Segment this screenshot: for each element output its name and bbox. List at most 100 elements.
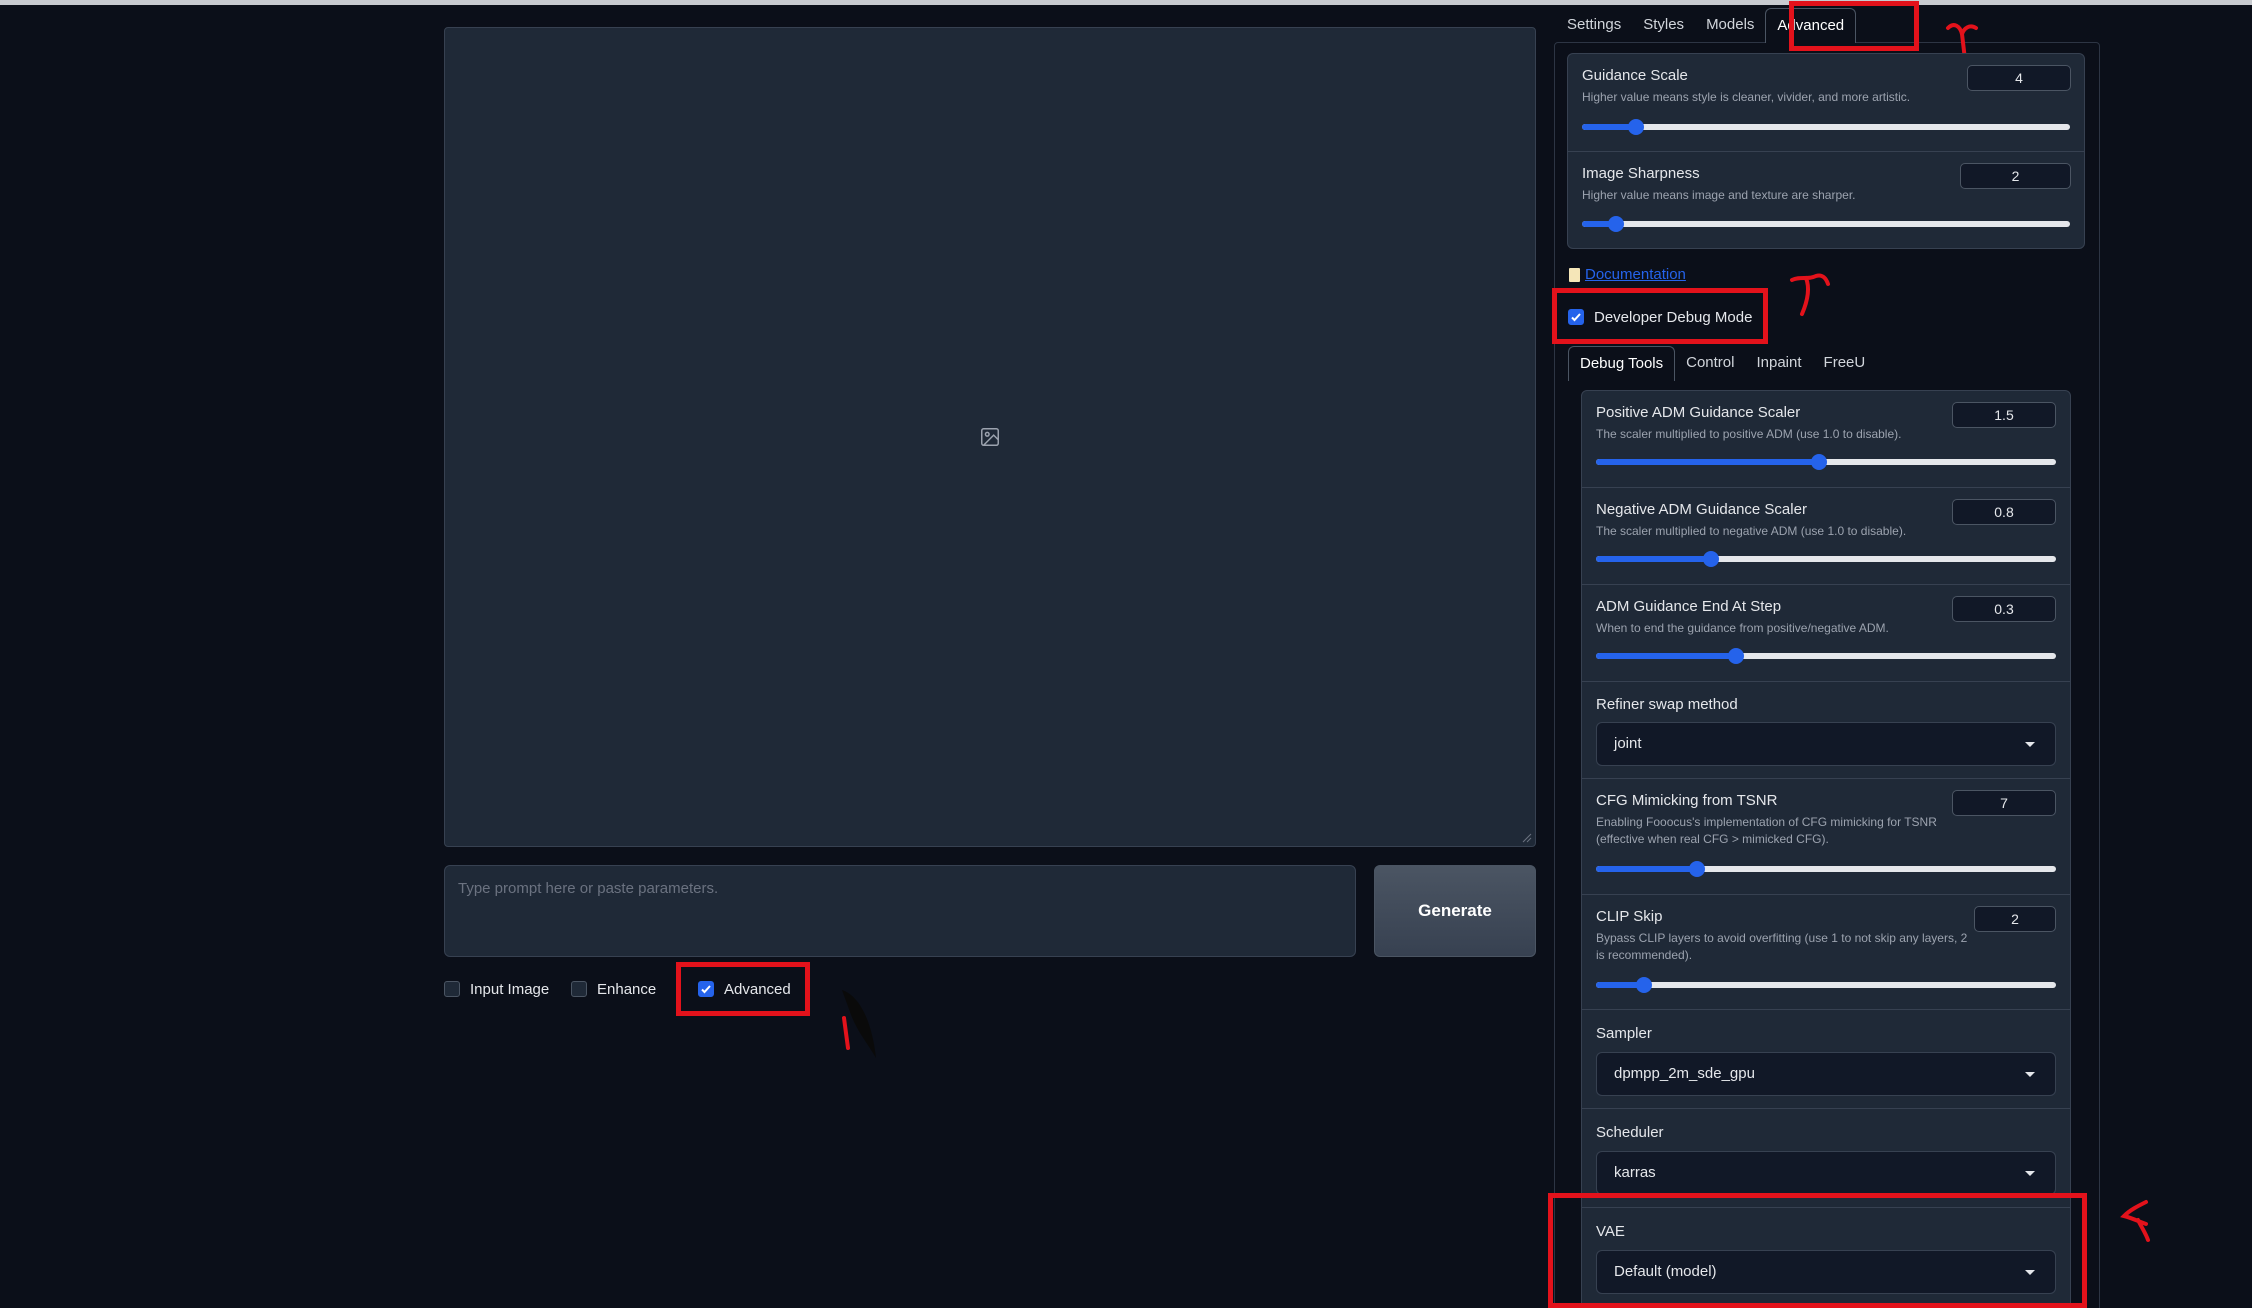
adm-end-input[interactable]: 0.3	[1952, 596, 2056, 622]
scheduler-label: Scheduler	[1596, 1124, 1664, 1141]
refiner-swap-row: Refiner swap method joint	[1582, 682, 2070, 779]
guidance-scale-label: Guidance Scale	[1582, 67, 1688, 84]
clip-skip-desc-2: is recommended).	[1596, 948, 1693, 962]
advanced-checkbox[interactable]: Advanced	[698, 977, 791, 1001]
guidance-card: Guidance Scale Higher value means style …	[1567, 53, 2085, 249]
debug-tools-card: Positive ADM Guidance Scaler The scaler …	[1581, 390, 2071, 1308]
book-icon	[1569, 267, 1580, 282]
window-top-border	[0, 0, 2252, 5]
slider-fill	[1596, 866, 1698, 872]
slider-thumb[interactable]	[1627, 119, 1644, 135]
vae-label: VAE	[1596, 1223, 1625, 1240]
clip-skip-slider[interactable]	[1596, 977, 2056, 993]
tab-styles[interactable]: Styles	[1632, 8, 1695, 42]
adm-end-label: ADM Guidance End At Step	[1596, 598, 1782, 615]
slider-thumb[interactable]	[1636, 977, 1653, 993]
slider-thumb[interactable]	[1608, 216, 1625, 232]
chevron-down-icon	[2025, 742, 2035, 747]
dropdown-value: joint	[1614, 735, 1642, 752]
image-sharpness-label: Image Sharpness	[1582, 165, 1700, 182]
documentation-label[interactable]: Documentation	[1585, 266, 1686, 283]
vae-dropdown[interactable]: Default (model)	[1596, 1250, 2056, 1294]
image-sharpness-input[interactable]: 2	[1960, 163, 2071, 189]
slider-thumb[interactable]	[1728, 648, 1745, 664]
sampler-dropdown[interactable]: dpmpp_2m_sde_gpu	[1596, 1052, 2056, 1096]
cfg-mimicking-label: CFG Mimicking from TSNR	[1596, 792, 1778, 809]
sampler-label: Sampler	[1596, 1025, 1652, 1042]
checkbox-label: Advanced	[724, 980, 791, 998]
refiner-swap-label: Refiner swap method	[1596, 696, 1738, 713]
annotation-mark-4	[2120, 1200, 2150, 1242]
checkbox-box[interactable]	[571, 981, 587, 997]
guidance-scale-desc: Higher value means style is cleaner, viv…	[1582, 90, 1911, 104]
tab-freeu[interactable]: FreeU	[1813, 346, 1877, 380]
guidance-scale-row: Guidance Scale Higher value means style …	[1568, 54, 2084, 152]
adm-end-row: ADM Guidance End At Step When to end the…	[1582, 585, 2070, 682]
negative-adm-label: Negative ADM Guidance Scaler	[1596, 501, 1807, 518]
slider-fill	[1596, 459, 1820, 465]
cfg-mimicking-desc-2: (effective when real CFG > mimicked CFG)…	[1596, 832, 1829, 846]
tab-models[interactable]: Models	[1695, 8, 1765, 42]
dropdown-value: Default (model)	[1614, 1263, 1717, 1280]
positive-adm-slider[interactable]	[1596, 454, 2056, 470]
slider-thumb[interactable]	[1703, 551, 1719, 567]
cfg-mimicking-slider[interactable]	[1596, 861, 2056, 877]
slider-thumb[interactable]	[1689, 861, 1706, 877]
check-icon	[701, 985, 711, 994]
guidance-scale-input[interactable]: 4	[1967, 65, 2071, 91]
sampler-row: Sampler dpmpp_2m_sde_gpu	[1582, 1010, 2070, 1109]
clip-skip-row: CLIP Skip Bypass CLIP layers to avoid ov…	[1582, 895, 2070, 1010]
enhance-checkbox[interactable]: Enhance	[571, 977, 656, 1001]
cfg-mimicking-desc-1: Enabling Fooocus's implementation of CFG…	[1596, 815, 1937, 829]
adm-end-desc: When to end the guidance from positive/n…	[1596, 621, 1889, 635]
annotation-mark-1	[842, 990, 876, 1058]
prompt-input[interactable]	[444, 865, 1356, 957]
top-tabs: Settings Styles Models Advanced	[1556, 8, 1857, 44]
cfg-mimicking-input[interactable]: 7	[1952, 790, 2056, 816]
input-image-checkbox[interactable]: Input Image	[444, 977, 549, 1001]
vae-row: VAE Default (model)	[1582, 1208, 2070, 1308]
checkbox-label: Developer Debug Mode	[1594, 308, 1753, 326]
checkbox-box[interactable]	[698, 981, 714, 997]
documentation-link[interactable]: Documentation	[1569, 266, 1686, 283]
checkbox-label: Input Image	[470, 980, 550, 998]
check-icon	[1571, 313, 1581, 322]
clip-skip-input[interactable]: 2	[1974, 906, 2056, 932]
developer-debug-mode-checkbox[interactable]: Developer Debug Mode	[1568, 305, 1752, 329]
refiner-swap-dropdown[interactable]: joint	[1596, 722, 2056, 766]
tab-inpaint[interactable]: Inpaint	[1745, 346, 1812, 380]
clip-skip-label: CLIP Skip	[1596, 908, 1663, 925]
clip-skip-desc-1: Bypass CLIP layers to avoid overfitting …	[1596, 931, 1968, 945]
chevron-down-icon	[2025, 1072, 2035, 1077]
tab-control[interactable]: Control	[1675, 346, 1745, 380]
image-placeholder-icon	[981, 428, 999, 446]
guidance-scale-slider[interactable]	[1582, 119, 2070, 135]
tab-advanced[interactable]: Advanced	[1765, 8, 1857, 43]
chevron-down-icon	[2025, 1270, 2035, 1275]
image-sharpness-slider[interactable]	[1582, 216, 2070, 232]
negative-adm-row: Negative ADM Guidance Scaler The scaler …	[1582, 488, 2070, 585]
chevron-down-icon	[2025, 1171, 2035, 1176]
slider-fill	[1596, 556, 1711, 562]
positive-adm-input[interactable]: 1.5	[1952, 402, 2056, 428]
generate-button[interactable]: Generate	[1374, 865, 1536, 957]
slider-fill	[1596, 653, 1737, 659]
tab-debug-tools[interactable]: Debug Tools	[1568, 346, 1676, 381]
image-sharpness-row: Image Sharpness Higher value means image…	[1568, 152, 2084, 250]
checkbox-box[interactable]	[1568, 309, 1584, 325]
dropdown-value: dpmpp_2m_sde_gpu	[1614, 1065, 1755, 1082]
positive-adm-desc: The scaler multiplied to positive ADM (u…	[1596, 427, 1902, 441]
tab-settings[interactable]: Settings	[1556, 8, 1632, 42]
checkbox-label: Enhance	[597, 980, 657, 998]
negative-adm-desc: The scaler multiplied to negative ADM (u…	[1596, 524, 1907, 538]
slider-thumb[interactable]	[1811, 454, 1828, 470]
resize-grip-icon[interactable]	[1522, 833, 1532, 843]
positive-adm-label: Positive ADM Guidance Scaler	[1596, 404, 1801, 421]
adm-end-slider[interactable]	[1596, 648, 2056, 664]
scheduler-dropdown[interactable]: karras	[1596, 1151, 2056, 1195]
cfg-mimicking-row: CFG Mimicking from TSNR Enabling Fooocus…	[1582, 779, 2070, 895]
checkbox-box[interactable]	[444, 981, 460, 997]
negative-adm-slider[interactable]	[1596, 551, 2056, 567]
negative-adm-input[interactable]: 0.8	[1952, 499, 2056, 525]
positive-adm-row: Positive ADM Guidance Scaler The scaler …	[1582, 391, 2070, 488]
